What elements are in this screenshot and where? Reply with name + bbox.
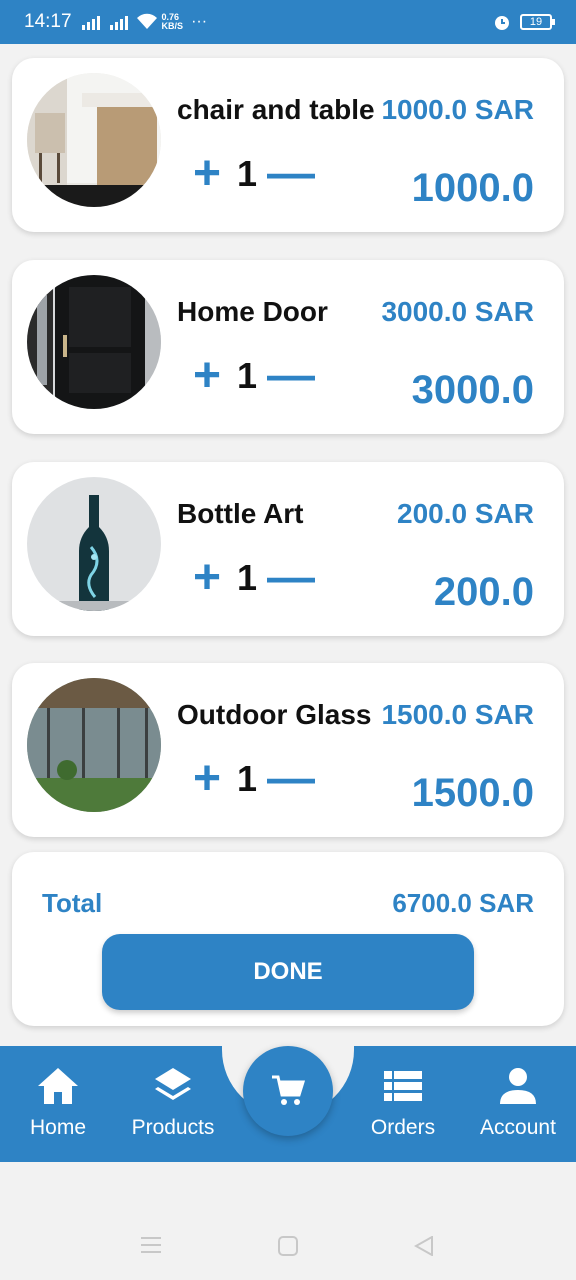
battery-icon: 19 xyxy=(520,14,555,30)
item-price: 200.0 SAR xyxy=(397,498,534,529)
glass-photo xyxy=(27,678,161,812)
decrement-button[interactable]: — xyxy=(267,352,315,400)
item-line-total: 200.0 xyxy=(433,570,534,614)
item-name: chair and table xyxy=(177,94,375,125)
quantity-stepper: + 1 — xyxy=(187,150,315,198)
nav-home[interactable]: Home xyxy=(22,1066,94,1140)
done-button[interactable]: DONE xyxy=(102,934,474,1010)
decrement-button[interactable]: — xyxy=(267,755,315,803)
quantity-stepper: + 1 — xyxy=(187,554,315,602)
order-summary-card: Total 6700.0 SAR DONE xyxy=(12,852,564,1026)
nav-account-label: Account xyxy=(480,1116,556,1139)
increment-button[interactable]: + xyxy=(187,352,227,400)
wifi-icon xyxy=(136,13,158,31)
total-value: 6700.0 SAR xyxy=(392,888,534,918)
home-system-icon[interactable] xyxy=(278,1236,298,1261)
more-notifications-icon: ··· xyxy=(191,13,208,30)
cell-signal-icon xyxy=(81,14,100,30)
network-speed: 0.76 KB/S xyxy=(162,13,184,31)
item-name: Bottle Art xyxy=(177,498,304,529)
nav-home-label: Home xyxy=(29,1116,87,1139)
increment-button[interactable]: + xyxy=(187,554,227,602)
list-icon xyxy=(384,1071,422,1101)
recents-icon[interactable] xyxy=(141,1236,161,1259)
item-price: 3000.0 SAR xyxy=(381,296,534,327)
person-icon xyxy=(500,1068,536,1104)
back-icon[interactable] xyxy=(413,1235,434,1261)
alarm-icon xyxy=(492,12,512,32)
item-name: Outdoor Glass xyxy=(177,699,372,730)
cart-item-card: Home Door 3000.0 SAR + 1 — 3000.0 xyxy=(12,260,564,434)
system-navigation-bar xyxy=(0,1162,576,1280)
nav-account[interactable]: Account xyxy=(472,1066,564,1140)
item-price: 1000.0 SAR xyxy=(381,94,534,125)
nav-products[interactable]: Products xyxy=(124,1066,222,1140)
cart-item-card: Bottle Art 200.0 SAR + 1 — 200.0 xyxy=(12,462,564,636)
quantity-stepper: + 1 — xyxy=(187,755,315,803)
cart-item-card: chair and table 1000.0 SAR + 1 — 1000.0 xyxy=(12,58,564,232)
nav-products-label: Products xyxy=(131,1116,215,1139)
home-icon xyxy=(38,1068,78,1104)
cart-icon xyxy=(272,1075,305,1105)
cell-signal-2-icon xyxy=(109,14,128,30)
item-name: Home Door xyxy=(177,296,328,327)
status-bar: 14:17 0.76 KB/S ··· 19 xyxy=(0,0,576,44)
layers-icon xyxy=(155,1068,191,1100)
item-line-total: 1500.0 xyxy=(411,771,534,815)
speed-unit: KB/S xyxy=(161,21,184,31)
item-price: 1500.0 SAR xyxy=(381,699,534,730)
increment-button[interactable]: + xyxy=(187,150,227,198)
decrement-button[interactable]: — xyxy=(267,554,315,602)
quantity-value: 1 xyxy=(236,355,258,396)
cart-item-card: Outdoor Glass 1500.0 SAR + 1 — 1500.0 xyxy=(12,663,564,837)
nav-orders-label: Orders xyxy=(370,1116,436,1139)
nav-orders[interactable]: Orders xyxy=(364,1066,442,1140)
quantity-value: 1 xyxy=(236,557,258,598)
bottle-photo xyxy=(27,477,161,611)
door-photo xyxy=(27,275,161,409)
quantity-stepper: + 1 — xyxy=(187,352,315,400)
total-label: Total xyxy=(42,888,103,918)
decrement-button[interactable]: — xyxy=(267,150,315,198)
chair-table-photo xyxy=(27,73,161,207)
item-line-total: 1000.0 xyxy=(411,166,534,210)
item-line-total: 3000.0 xyxy=(411,368,534,412)
quantity-value: 1 xyxy=(236,758,258,799)
increment-button[interactable]: + xyxy=(187,755,227,803)
quantity-value: 1 xyxy=(236,153,258,194)
cart-button[interactable] xyxy=(243,1046,333,1136)
clock: 14:17 xyxy=(24,11,72,32)
